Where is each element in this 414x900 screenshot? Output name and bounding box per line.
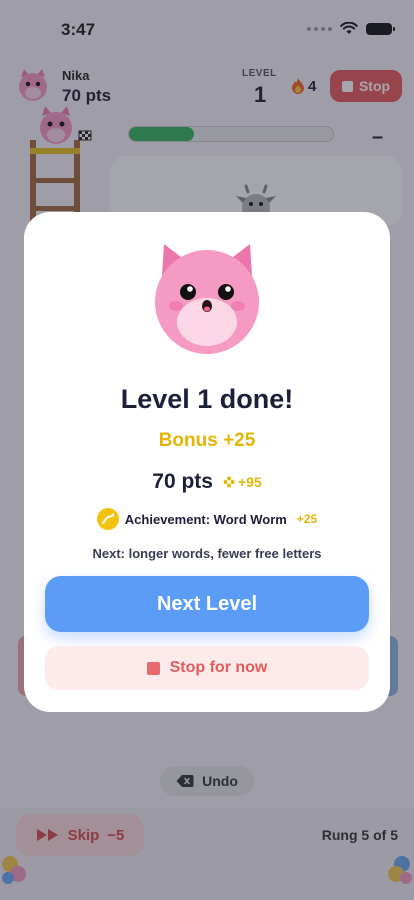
next-level-button[interactable]: Next Level bbox=[45, 576, 369, 632]
total-points: 70 pts bbox=[152, 470, 213, 493]
achievement-text: Achievement: Word Worm bbox=[124, 511, 287, 527]
level-complete-dialog: Level 1 done! Bonus +25 70 pts +95 Achie… bbox=[24, 212, 390, 712]
achievement-bonus: +25 bbox=[296, 512, 318, 526]
stop-for-now-label: Stop for now bbox=[169, 659, 268, 676]
cat-mascot-icon bbox=[155, 244, 259, 354]
sparkle-icon bbox=[223, 476, 235, 488]
level-bonus: Bonus +25 bbox=[158, 430, 256, 451]
stop-square-icon bbox=[146, 661, 160, 675]
dialog-title: Level 1 done! bbox=[120, 384, 294, 414]
points-gain-value: +95 bbox=[237, 474, 262, 490]
achievement-badge-icon bbox=[96, 508, 119, 530]
points-gain: +95 bbox=[223, 474, 262, 490]
stop-for-now-button[interactable]: Stop for now bbox=[45, 646, 369, 690]
points-summary: 70 pts +95 bbox=[24, 470, 390, 494]
next-level-hint: Next: longer words, fewer free letters bbox=[92, 546, 322, 561]
achievement-row: Achievement: Word Worm +25 bbox=[24, 508, 390, 530]
